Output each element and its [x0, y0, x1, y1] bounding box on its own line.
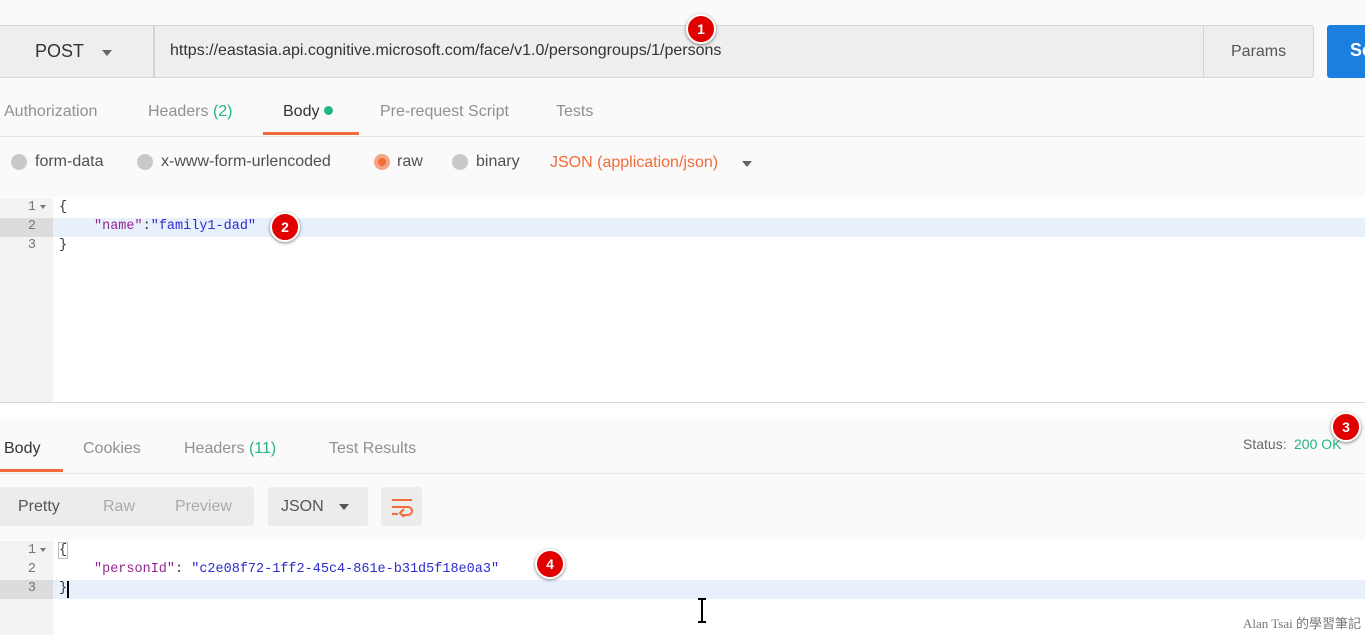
radio-label-binary[interactable]: binary — [476, 153, 520, 171]
code-line: 1 { — [0, 199, 1365, 218]
method-select[interactable]: POST — [0, 25, 154, 78]
view-pretty-button[interactable]: Pretty — [18, 498, 60, 516]
line-number: 1 — [27, 543, 36, 558]
ibeam-cursor-icon — [698, 598, 706, 623]
request-bar: POST https://eastasia.api.cognitive.micr… — [0, 0, 1365, 92]
code-line-active: 2 "name":"family1-dad" — [0, 218, 1365, 237]
url-input[interactable]: https://eastasia.api.cognitive.microsoft… — [154, 25, 1204, 78]
json-value: "family1-dad" — [150, 219, 257, 234]
line-number: 3 — [27, 238, 36, 253]
request-body-editor[interactable]: 1 { 2 "name":"family1-dad" 3 } — [0, 198, 1365, 402]
headers-count: (11) — [248, 440, 277, 457]
tab-label: Pre-request Script — [380, 103, 509, 120]
view-preview-button[interactable]: Preview — [175, 498, 232, 516]
tab-label: Headers — [184, 440, 245, 457]
line-number: 3 — [27, 581, 36, 596]
annotation-marker-3: 3 — [1331, 412, 1361, 442]
chevron-down-icon[interactable] — [742, 161, 752, 167]
radio-label-urlencoded[interactable]: x-www-form-urlencoded — [161, 153, 331, 171]
response-tabs: Body Cookies Headers (11) Test Results S… — [0, 417, 1365, 474]
code-text: "personId": "c2e08f72-1ff2-45c4-861e-b31… — [94, 562, 499, 577]
code-line: 3 } — [0, 237, 1365, 256]
radio-raw[interactable] — [374, 154, 390, 170]
headers-count: (2) — [212, 103, 233, 120]
json-value: "c2e08f72-1ff2-45c4-861e-b31d5f18e0a3" — [191, 562, 500, 577]
tab-label: Test Results — [329, 440, 417, 457]
tab-label: Cookies — [83, 440, 141, 457]
tab-body[interactable]: Body — [283, 103, 334, 121]
response-format-label: JSON — [281, 498, 324, 515]
code-text: { — [57, 542, 69, 559]
code-text: { — [59, 200, 68, 215]
chevron-down-icon — [102, 50, 112, 56]
active-tab-indicator — [263, 132, 359, 135]
code-line-active: 3 } — [0, 580, 1365, 599]
annotation-marker-4: 4 — [535, 549, 565, 579]
tab-label: Headers — [148, 103, 209, 120]
json-key: "name" — [94, 219, 143, 234]
request-tabs: Authorization Headers (2) Body Pre-reque… — [0, 92, 1365, 137]
response-body-editor[interactable]: 1 { 2 "personId": "c2e08f72-1ff2-45c4-86… — [0, 541, 1365, 635]
modified-dot-icon — [324, 106, 334, 115]
code-line: 1 { — [0, 542, 1365, 561]
tab-response-headers[interactable]: Headers (11) — [184, 440, 276, 458]
status-label: Status: — [1243, 436, 1287, 452]
response-toolbar: Pretty Raw Preview JSON — [0, 474, 1365, 540]
json-colon: : — [175, 562, 192, 577]
tab-pre-request-script[interactable]: Pre-request Script — [380, 103, 509, 121]
pane-divider[interactable] — [0, 402, 1365, 403]
content-type-select[interactable]: JSON (application/json) — [550, 154, 718, 172]
code-text: "name":"family1-dad" — [94, 219, 256, 234]
code-line: 2 "personId": "c2e08f72-1ff2-45c4-861e-b… — [0, 561, 1365, 580]
status-badge[interactable]: 200 OK — [1294, 436, 1341, 452]
radio-x-www-form-urlencoded[interactable] — [137, 154, 153, 170]
params-button[interactable]: Params — [1203, 25, 1314, 78]
line-number: 2 — [27, 562, 36, 577]
tab-label: Body — [4, 440, 41, 457]
method-label: POST — [35, 41, 85, 61]
radio-binary[interactable] — [452, 154, 468, 170]
tab-authorization[interactable]: Authorization — [4, 103, 97, 121]
code-text: } — [59, 581, 68, 596]
response-format-select[interactable]: JSON — [268, 487, 368, 526]
tab-label: Authorization — [4, 103, 98, 120]
json-colon: : — [142, 219, 151, 234]
tab-response-body[interactable]: Body — [4, 440, 40, 458]
view-raw-button[interactable]: Raw — [103, 498, 135, 516]
annotation-marker-2: 2 — [270, 212, 300, 242]
tab-label: Body — [283, 103, 320, 120]
tab-label: Tests — [556, 103, 594, 120]
wrap-lines-button[interactable] — [381, 487, 422, 526]
tab-headers[interactable]: Headers (2) — [148, 103, 233, 121]
view-mode-segmented: Pretty Raw Preview — [0, 487, 254, 526]
radio-label-form-data[interactable]: form-data — [35, 153, 103, 171]
tab-cookies[interactable]: Cookies — [83, 440, 141, 458]
url-text: https://eastasia.api.cognitive.microsoft… — [170, 42, 722, 59]
annotation-marker-1: 1 — [686, 14, 716, 44]
line-number: 1 — [27, 200, 36, 215]
json-key: "personId" — [94, 562, 176, 577]
radio-label-raw[interactable]: raw — [397, 153, 423, 171]
fold-caret-icon[interactable] — [40, 205, 46, 209]
send-label: Se — [1350, 40, 1365, 60]
text-cursor — [67, 581, 69, 598]
tab-tests[interactable]: Tests — [556, 103, 593, 121]
active-tab-indicator — [0, 469, 63, 472]
fold-caret-icon[interactable] — [40, 548, 46, 552]
params-label: Params — [1231, 43, 1287, 60]
line-number: 2 — [27, 219, 36, 234]
chevron-down-icon — [339, 504, 349, 510]
tab-test-results[interactable]: Test Results — [329, 440, 416, 458]
send-button[interactable]: Se — [1327, 25, 1365, 78]
body-mode-row: form-data x-www-form-urlencoded raw bina… — [0, 137, 1365, 197]
code-text: } — [59, 238, 68, 253]
wrap-lines-icon — [392, 499, 413, 518]
watermark: Alan Tsai 的學習筆記 — [1242, 616, 1361, 631]
radio-form-data[interactable] — [11, 154, 27, 170]
